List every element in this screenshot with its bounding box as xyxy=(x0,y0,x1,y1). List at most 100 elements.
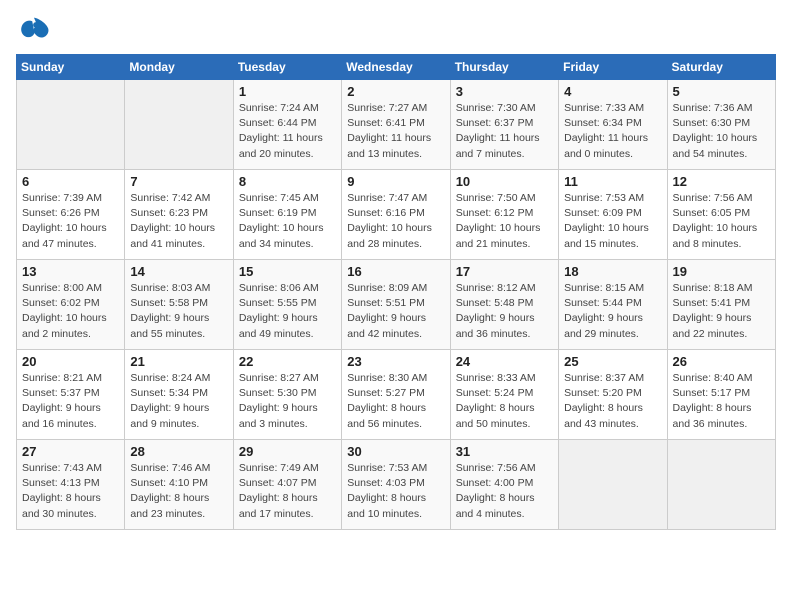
calendar-day-cell xyxy=(667,440,775,530)
calendar-day-cell: 14Sunrise: 8:03 AM Sunset: 5:58 PM Dayli… xyxy=(125,260,233,350)
weekday-header-thursday: Thursday xyxy=(450,55,558,80)
calendar-day-cell xyxy=(17,80,125,170)
weekday-header-friday: Friday xyxy=(559,55,667,80)
day-info: Sunrise: 7:45 AM Sunset: 6:19 PM Dayligh… xyxy=(239,191,336,252)
calendar-day-cell: 9Sunrise: 7:47 AM Sunset: 6:16 PM Daylig… xyxy=(342,170,450,260)
day-info: Sunrise: 7:33 AM Sunset: 6:34 PM Dayligh… xyxy=(564,101,661,162)
day-number: 24 xyxy=(456,354,553,369)
day-number: 9 xyxy=(347,174,444,189)
calendar-day-cell: 3 Sunrise: 7:30 AM Sunset: 6:37 PM Daylig… xyxy=(450,80,558,170)
day-number: 13 xyxy=(22,264,119,279)
day-number: 21 xyxy=(130,354,227,369)
weekday-header-monday: Monday xyxy=(125,55,233,80)
calendar-day-cell: 25 Sunrise: 8:37 AM Sunset: 5:20 PM Dayli… xyxy=(559,350,667,440)
logo-icon xyxy=(16,16,52,46)
day-info: Sunrise: 7:49 AM Sunset: 4:07 PM Dayligh… xyxy=(239,461,336,522)
calendar-day-cell: 27 Sunrise: 7:43 AM Sunset: 4:13 PM Dayli… xyxy=(17,440,125,530)
day-number: 6 xyxy=(22,174,119,189)
calendar-day-cell: 21 Sunrise: 8:24 AM Sunset: 5:34 PM Dayli… xyxy=(125,350,233,440)
calendar-day-cell: 24 Sunrise: 8:33 AM Sunset: 5:24 PM Dayli… xyxy=(450,350,558,440)
day-info: Sunrise: 7:39 AM Sunset: 6:26 PM Dayligh… xyxy=(22,191,119,252)
calendar-day-cell: 26 Sunrise: 8:40 AM Sunset: 5:17 PM Dayli… xyxy=(667,350,775,440)
day-number: 27 xyxy=(22,444,119,459)
day-number: 28 xyxy=(130,444,227,459)
day-number: 11 xyxy=(564,174,661,189)
calendar-week-row: 27 Sunrise: 7:43 AM Sunset: 4:13 PM Dayli… xyxy=(17,440,776,530)
calendar-day-cell: 15 Sunrise: 8:06 AM Sunset: 5:55 PM Dayli… xyxy=(233,260,341,350)
calendar-day-cell: 19 Sunrise: 8:18 AM Sunset: 5:41 PM Dayli… xyxy=(667,260,775,350)
day-number: 1 xyxy=(239,84,336,99)
day-number: 20 xyxy=(22,354,119,369)
logo xyxy=(16,16,56,46)
day-info: Sunrise: 7:50 AM Sunset: 6:12 PM Dayligh… xyxy=(456,191,553,252)
day-number: 26 xyxy=(673,354,770,369)
calendar-day-cell: 1 Sunrise: 7:24 AM Sunset: 6:44 PM Daylig… xyxy=(233,80,341,170)
day-info: Sunrise: 8:27 AM Sunset: 5:30 PM Dayligh… xyxy=(239,371,336,432)
calendar-day-cell: 8 Sunrise: 7:45 AM Sunset: 6:19 PM Daylig… xyxy=(233,170,341,260)
day-info: Sunrise: 7:36 AM Sunset: 6:30 PM Dayligh… xyxy=(673,101,770,162)
day-number: 18 xyxy=(564,264,661,279)
calendar-week-row: 1 Sunrise: 7:24 AM Sunset: 6:44 PM Daylig… xyxy=(17,80,776,170)
day-info: Sunrise: 8:12 AM Sunset: 5:48 PM Dayligh… xyxy=(456,281,553,342)
day-number: 23 xyxy=(347,354,444,369)
day-number: 10 xyxy=(456,174,553,189)
day-number: 17 xyxy=(456,264,553,279)
weekday-header-row: SundayMondayTuesdayWednesdayThursdayFrid… xyxy=(17,55,776,80)
calendar-day-cell: 4 Sunrise: 7:33 AM Sunset: 6:34 PM Daylig… xyxy=(559,80,667,170)
calendar-day-cell: 5 Sunrise: 7:36 AM Sunset: 6:30 PM Daylig… xyxy=(667,80,775,170)
day-number: 3 xyxy=(456,84,553,99)
day-number: 5 xyxy=(673,84,770,99)
day-info: Sunrise: 7:43 AM Sunset: 4:13 PM Dayligh… xyxy=(22,461,119,522)
day-info: Sunrise: 8:37 AM Sunset: 5:20 PM Dayligh… xyxy=(564,371,661,432)
day-number: 4 xyxy=(564,84,661,99)
day-number: 22 xyxy=(239,354,336,369)
calendar-day-cell: 16 Sunrise: 8:09 AM Sunset: 5:51 PM Dayli… xyxy=(342,260,450,350)
day-number: 31 xyxy=(456,444,553,459)
day-number: 15 xyxy=(239,264,336,279)
calendar-day-cell xyxy=(559,440,667,530)
weekday-header-saturday: Saturday xyxy=(667,55,775,80)
day-info: Sunrise: 7:53 AM Sunset: 6:09 PM Dayligh… xyxy=(564,191,661,252)
weekday-header-wednesday: Wednesday xyxy=(342,55,450,80)
day-info: Sunrise: 8:00 AM Sunset: 6:02 PM Dayligh… xyxy=(22,281,119,342)
calendar-day-cell: 18Sunrise: 8:15 AM Sunset: 5:44 PM Dayli… xyxy=(559,260,667,350)
calendar-week-row: 13 Sunrise: 8:00 AM Sunset: 6:02 PM Dayli… xyxy=(17,260,776,350)
day-info: Sunrise: 7:27 AM Sunset: 6:41 PM Dayligh… xyxy=(347,101,444,162)
day-info: Sunrise: 8:24 AM Sunset: 5:34 PM Dayligh… xyxy=(130,371,227,432)
calendar-day-cell: 2Sunrise: 7:27 AM Sunset: 6:41 PM Daylig… xyxy=(342,80,450,170)
day-number: 30 xyxy=(347,444,444,459)
day-number: 8 xyxy=(239,174,336,189)
calendar-day-cell: 28Sunrise: 7:46 AM Sunset: 4:10 PM Dayli… xyxy=(125,440,233,530)
calendar-week-row: 20 Sunrise: 8:21 AM Sunset: 5:37 PM Dayli… xyxy=(17,350,776,440)
day-number: 29 xyxy=(239,444,336,459)
day-info: Sunrise: 7:56 AM Sunset: 6:05 PM Dayligh… xyxy=(673,191,770,252)
calendar-week-row: 6 Sunrise: 7:39 AM Sunset: 6:26 PM Daylig… xyxy=(17,170,776,260)
calendar-table: SundayMondayTuesdayWednesdayThursdayFrid… xyxy=(16,54,776,530)
day-info: Sunrise: 8:09 AM Sunset: 5:51 PM Dayligh… xyxy=(347,281,444,342)
calendar-day-cell: 29 Sunrise: 7:49 AM Sunset: 4:07 PM Dayli… xyxy=(233,440,341,530)
day-number: 25 xyxy=(564,354,661,369)
day-info: Sunrise: 8:33 AM Sunset: 5:24 PM Dayligh… xyxy=(456,371,553,432)
day-info: Sunrise: 7:24 AM Sunset: 6:44 PM Dayligh… xyxy=(239,101,336,162)
day-info: Sunrise: 7:53 AM Sunset: 4:03 PM Dayligh… xyxy=(347,461,444,522)
day-info: Sunrise: 8:18 AM Sunset: 5:41 PM Dayligh… xyxy=(673,281,770,342)
day-info: Sunrise: 8:40 AM Sunset: 5:17 PM Dayligh… xyxy=(673,371,770,432)
weekday-header-tuesday: Tuesday xyxy=(233,55,341,80)
day-number: 7 xyxy=(130,174,227,189)
weekday-header-sunday: Sunday xyxy=(17,55,125,80)
calendar-day-cell: 13 Sunrise: 8:00 AM Sunset: 6:02 PM Dayli… xyxy=(17,260,125,350)
day-info: Sunrise: 7:30 AM Sunset: 6:37 PM Dayligh… xyxy=(456,101,553,162)
day-info: Sunrise: 7:56 AM Sunset: 4:00 PM Dayligh… xyxy=(456,461,553,522)
day-info: Sunrise: 8:06 AM Sunset: 5:55 PM Dayligh… xyxy=(239,281,336,342)
day-info: Sunrise: 7:42 AM Sunset: 6:23 PM Dayligh… xyxy=(130,191,227,252)
calendar-day-cell: 12Sunrise: 7:56 AM Sunset: 6:05 PM Dayli… xyxy=(667,170,775,260)
calendar-day-cell: 6 Sunrise: 7:39 AM Sunset: 6:26 PM Daylig… xyxy=(17,170,125,260)
calendar-day-cell: 31 Sunrise: 7:56 AM Sunset: 4:00 PM Dayli… xyxy=(450,440,558,530)
day-number: 14 xyxy=(130,264,227,279)
page-header xyxy=(16,16,776,46)
calendar-day-cell: 17 Sunrise: 8:12 AM Sunset: 5:48 PM Dayli… xyxy=(450,260,558,350)
day-number: 19 xyxy=(673,264,770,279)
day-info: Sunrise: 8:21 AM Sunset: 5:37 PM Dayligh… xyxy=(22,371,119,432)
day-number: 16 xyxy=(347,264,444,279)
calendar-day-cell xyxy=(125,80,233,170)
